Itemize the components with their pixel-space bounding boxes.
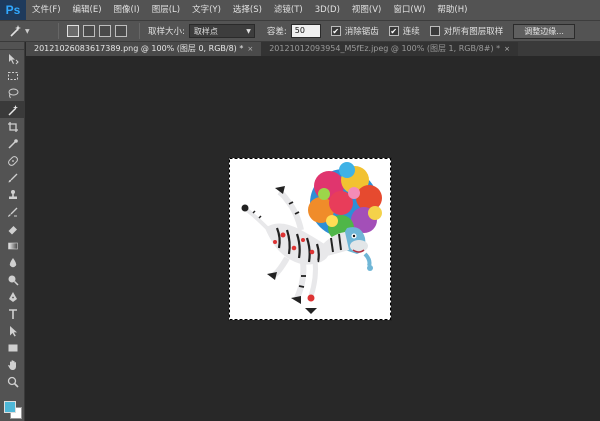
hand-icon[interactable]: [0, 356, 25, 373]
color-swatches[interactable]: [4, 401, 22, 419]
clone-stamp-icon[interactable]: [0, 186, 25, 203]
history-brush-icon[interactable]: [0, 203, 25, 220]
menu-layer[interactable]: 图层(L): [146, 0, 186, 20]
menu-edit[interactable]: 编辑(E): [67, 0, 108, 20]
menu-view[interactable]: 视图(V): [346, 0, 387, 20]
document-canvas[interactable]: [228, 157, 392, 321]
type-icon[interactable]: [0, 305, 25, 322]
dodge-icon[interactable]: [0, 271, 25, 288]
eraser-icon[interactable]: [0, 220, 25, 237]
divider: [139, 23, 140, 39]
tab-document-1[interactable]: 20121026083617389.png @ 100% (图层 0, RGB/…: [26, 42, 262, 56]
zoom-icon[interactable]: [0, 373, 25, 390]
close-icon[interactable]: ×: [504, 42, 510, 56]
foreground-color-swatch[interactable]: [4, 401, 16, 413]
tool-preset-picker[interactable]: ▼: [8, 23, 44, 39]
tolerance-input[interactable]: 50: [290, 24, 321, 38]
magic-wand-icon: [10, 25, 21, 37]
sample-size-select[interactable]: 取样点 ▼: [188, 24, 255, 38]
zebra-with-rainbow-afro-image: [229, 158, 391, 320]
workspace[interactable]: [26, 56, 600, 421]
magic-wand-icon[interactable]: [0, 101, 25, 118]
add-to-selection-button[interactable]: [83, 25, 95, 37]
anti-alias-label: 消除锯齿: [344, 27, 379, 37]
lasso-icon[interactable]: [0, 84, 25, 101]
menu-image[interactable]: 图像(I): [108, 0, 146, 20]
panel-grip[interactable]: [0, 42, 24, 50]
new-selection-button[interactable]: [67, 25, 79, 37]
gradient-icon[interactable]: [0, 237, 25, 254]
contiguous-label: 连续: [402, 27, 420, 37]
eyedropper-icon[interactable]: [0, 135, 25, 152]
tolerance-label: 容差:: [266, 27, 287, 37]
menu-file[interactable]: 文件(F): [26, 0, 67, 20]
path-selection-icon[interactable]: [0, 322, 25, 339]
sample-all-layers-checkbox[interactable]: [429, 26, 440, 36]
options-bar: ▼ 取样大小: 取样点 ▼ 容差: 50 ✔ 消除锯齿 ✔ 连续 对所有图层取样…: [0, 20, 600, 42]
marquee-icon[interactable]: [0, 67, 25, 84]
intersect-selection-button[interactable]: [115, 25, 127, 37]
sample-all-layers-label: 对所有图层取样: [443, 27, 504, 37]
rectangle-icon[interactable]: [0, 339, 25, 356]
sample-size-value: 取样点: [193, 26, 218, 36]
chevron-down-icon: ▼: [25, 27, 30, 35]
blur-icon[interactable]: [0, 254, 25, 271]
menu-filter[interactable]: 滤镜(T): [268, 0, 309, 20]
sample-size-label: 取样大小:: [148, 27, 185, 37]
menu-help[interactable]: 帮助(H): [431, 0, 473, 20]
tab-document-2[interactable]: 20121012093954_M5fEz.jpeg @ 100% (图层 1, …: [261, 42, 518, 56]
document-tabs: 20121026083617389.png @ 100% (图层 0, RGB/…: [26, 42, 600, 56]
close-icon[interactable]: ×: [247, 42, 253, 56]
anti-alias-checkbox[interactable]: ✔: [330, 26, 341, 36]
menu-select[interactable]: 选择(S): [227, 0, 268, 20]
menu-type[interactable]: 文字(Y): [186, 0, 227, 20]
tools-panel: [0, 42, 25, 421]
menu-bar: Ps 文件(F) 编辑(E) 图像(I) 图层(L) 文字(Y) 选择(S) 滤…: [0, 0, 600, 20]
brush-icon[interactable]: [0, 169, 25, 186]
menu-window[interactable]: 窗口(W): [387, 0, 431, 20]
refine-edge-button[interactable]: 调整边缘...: [513, 23, 575, 39]
pen-icon[interactable]: [0, 288, 25, 305]
tab-label: 20121026083617389.png @ 100% (图层 0, RGB/…: [34, 44, 244, 53]
tab-label: 20121012093954_M5fEz.jpeg @ 100% (图层 1, …: [269, 44, 501, 53]
subtract-from-selection-button[interactable]: [99, 25, 111, 37]
contiguous-checkbox[interactable]: ✔: [388, 26, 399, 36]
photoshop-logo: Ps: [0, 0, 26, 20]
menu-3d[interactable]: 3D(D): [309, 0, 346, 20]
move-icon[interactable]: [0, 50, 25, 67]
chevron-down-icon: ▼: [246, 27, 251, 35]
healing-brush-icon[interactable]: [0, 152, 25, 169]
crop-icon[interactable]: [0, 118, 25, 135]
divider: [58, 23, 59, 39]
